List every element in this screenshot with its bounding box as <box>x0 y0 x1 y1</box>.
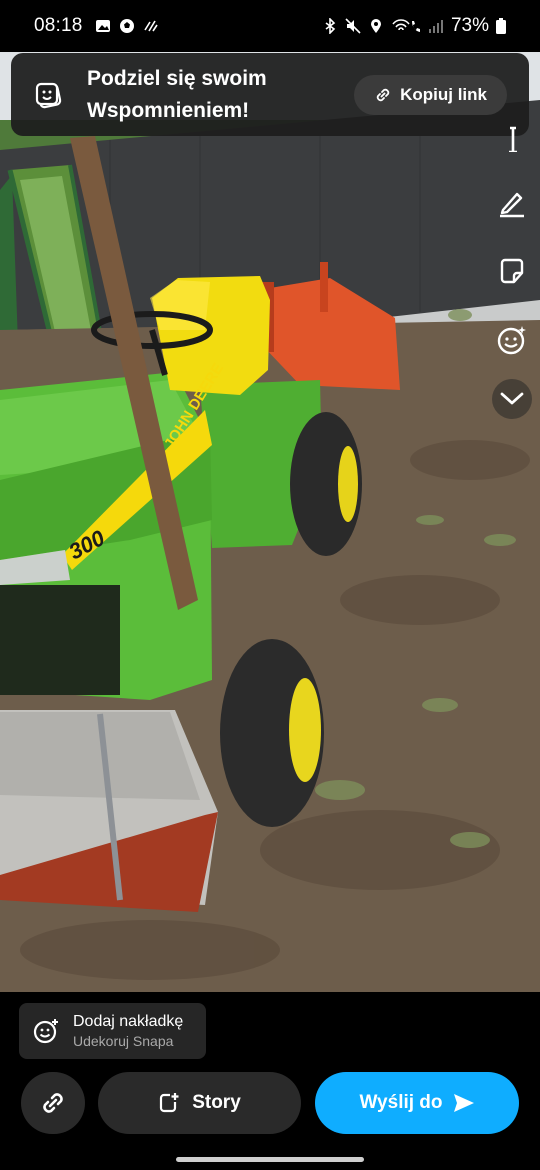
story-button[interactable]: Story <box>98 1072 301 1134</box>
add-overlay-button[interactable]: Dodaj nakładkę Udekoruj Snapa <box>19 1003 206 1059</box>
wifi-call-icon <box>392 19 420 32</box>
creative-tool-button[interactable] <box>492 320 532 360</box>
emoji-plus-icon <box>33 1019 58 1044</box>
location-icon <box>370 19 381 33</box>
overlay-title: Dodaj nakładkę <box>73 1013 184 1030</box>
data-saver-icon <box>143 20 158 32</box>
mute-icon <box>345 18 361 34</box>
story-label: Story <box>192 1092 241 1113</box>
more-tools-button[interactable] <box>492 379 532 419</box>
overlay-subtitle: Udekoruj Snapa <box>73 1033 174 1049</box>
bottom-bar: Dodaj nakładkę Udekoruj Snapa Story Wyśl… <box>0 992 540 1170</box>
battery-percent: 73% <box>450 15 489 36</box>
bluetooth-icon <box>325 18 336 34</box>
battery-icon <box>496 18 506 34</box>
share-link-button[interactable] <box>21 1072 85 1134</box>
tractor-photo: JOHN DEERE 300 <box>0 52 540 992</box>
emoji-sparkle-icon <box>497 326 526 355</box>
copy-link-button[interactable]: Kopiuj link <box>354 74 507 115</box>
chevron-down-icon <box>500 392 524 405</box>
add-story-icon <box>160 1093 179 1113</box>
send-to-button[interactable]: Wyślij do <box>315 1072 519 1134</box>
photo-scene: JOHN DEERE 300 <box>0 52 540 992</box>
send-label: Wyślij do <box>359 1092 443 1113</box>
link-icon <box>43 1093 63 1113</box>
status-time: 08:18 <box>34 15 83 36</box>
pencil-icon <box>500 192 524 218</box>
sticker-icon <box>500 258 524 284</box>
status-left-icons <box>95 18 159 34</box>
memories-icon <box>35 82 62 108</box>
overlay-text: Dodaj nakładkę Udekoruj Snapa <box>73 1012 183 1050</box>
text-tool-button[interactable] <box>492 119 532 159</box>
status-right-icons: 73% <box>322 15 506 37</box>
share-memory-banner[interactable]: Podziel się swoim Wspomnieniem! Kopiuj l… <box>11 53 529 136</box>
status-bar: 08:18 73% <box>0 0 540 52</box>
link-icon <box>376 88 390 101</box>
gallery-icon <box>95 20 110 32</box>
soccer-ball-icon <box>119 19 134 33</box>
signal-icon <box>428 20 443 33</box>
draw-tool-button[interactable] <box>492 183 532 223</box>
sticker-tool-button[interactable] <box>492 251 532 291</box>
home-indicator[interactable] <box>176 1157 364 1162</box>
send-arrow-icon <box>453 1094 474 1112</box>
copy-link-label: Kopiuj link <box>400 84 487 104</box>
banner-title: Podziel się swoim Wspomnieniem! <box>87 66 267 122</box>
text-icon <box>509 126 517 152</box>
